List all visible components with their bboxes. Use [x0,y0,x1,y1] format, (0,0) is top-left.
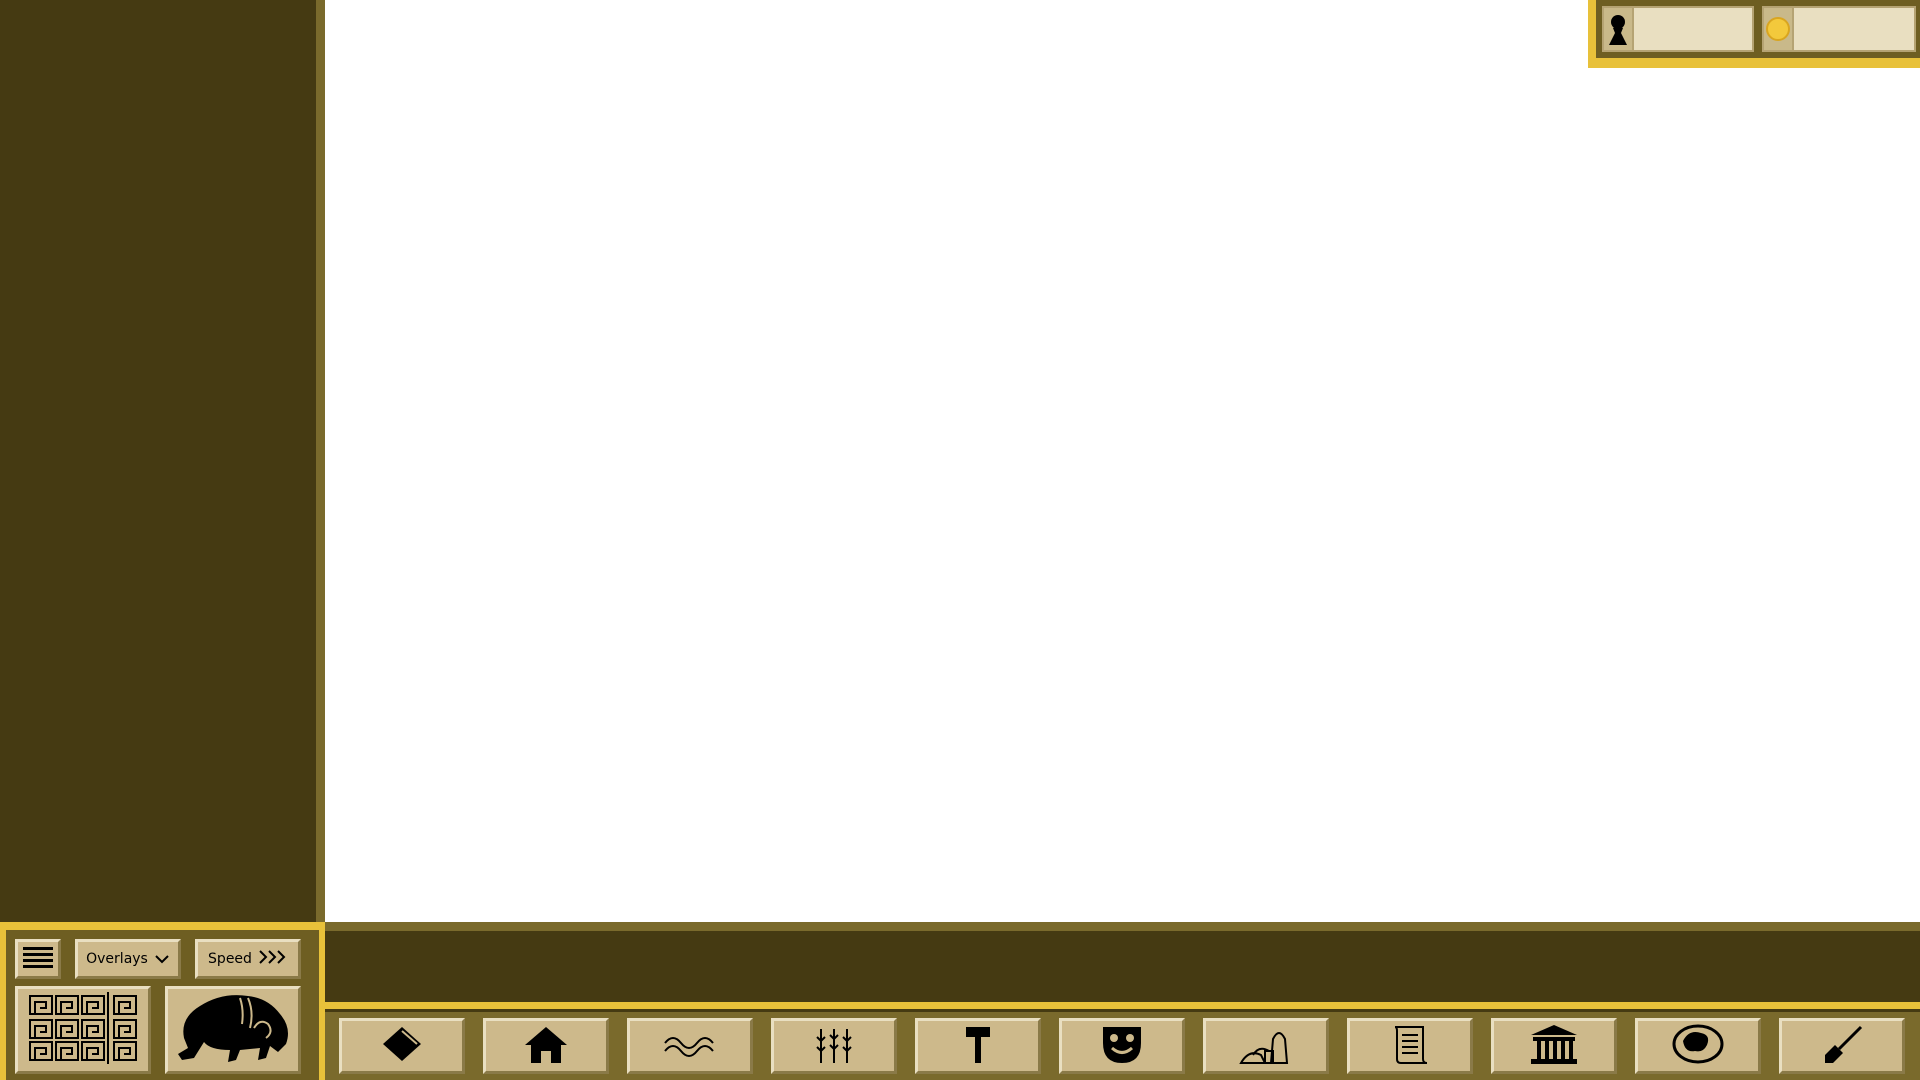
house-icon [519,1023,573,1069]
shovel-icon [1815,1023,1869,1069]
build-housing-button[interactable] [483,1018,609,1074]
scroll-icon [1383,1023,1437,1069]
minimap-button[interactable] [15,986,151,1074]
gold-coin-icon [1764,8,1794,50]
build-dig-button[interactable] [1779,1018,1905,1074]
temple-icon [1527,1023,1581,1069]
build-administration-button[interactable] [1347,1018,1473,1074]
empire-button[interactable] [165,986,301,1074]
build-commerce-button[interactable] [1203,1018,1329,1074]
diamond-icon [375,1023,429,1069]
globe-icon [1671,1023,1725,1069]
bull-emblem-icon [170,988,296,1072]
money-field[interactable] [1762,6,1916,52]
build-agriculture-button[interactable] [771,1018,897,1074]
side-panel [0,0,316,922]
waves-icon [645,1023,735,1069]
build-water-button[interactable] [627,1018,753,1074]
speed-label: Speed [208,951,252,967]
population-field[interactable] [1602,6,1754,52]
build-religion-button[interactable] [1491,1018,1617,1074]
wheat-stalks-icon [807,1023,861,1069]
chevron-down-icon [154,950,170,969]
goods-sacks-icon [1226,1023,1306,1069]
overlays-label: Overlays [86,951,148,967]
build-industry-button[interactable] [915,1018,1041,1074]
control-box-inner: Overlays Speed [6,930,319,1080]
build-menu-bar [325,1012,1920,1080]
theater-mask-icon [1095,1023,1149,1069]
build-entertainment-button[interactable] [1059,1018,1185,1074]
message-bar [325,931,1920,1004]
fast-forward-chevrons-icon [258,949,288,969]
build-bar-border [325,1002,1920,1009]
city-minimap-icon [26,992,140,1068]
resource-bar-inner [1596,0,1920,58]
side-panel-border [316,0,325,922]
main-menu-button[interactable] [15,939,61,979]
message-bar-border [325,922,1920,931]
overlays-dropdown[interactable]: Overlays [75,939,181,979]
build-clear-land-button[interactable] [339,1018,465,1074]
hammer-icon [951,1023,1005,1069]
world-map-button[interactable] [1635,1018,1761,1074]
person-silhouette-icon [1604,8,1634,50]
map-viewport[interactable] [325,0,1920,922]
hamburger-menu-icon [23,945,53,973]
speed-button[interactable]: Speed [195,939,301,979]
